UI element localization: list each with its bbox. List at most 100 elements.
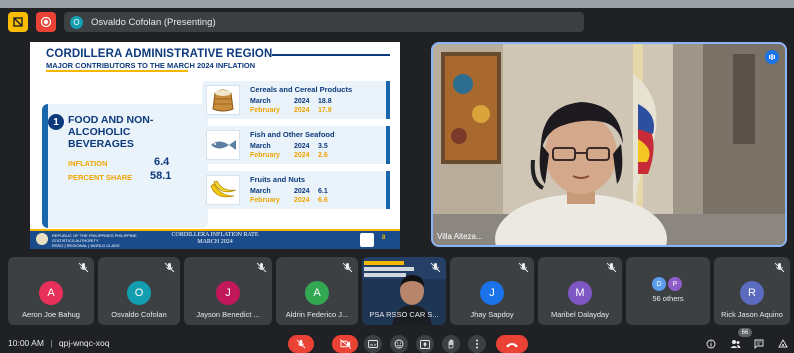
others-tile[interactable]: D P 56 others bbox=[626, 257, 710, 325]
participant-tile-video[interactable]: PSA RSSO CAR S... bbox=[362, 257, 446, 325]
camera-off-icon bbox=[339, 339, 351, 349]
top-bar: O Osvaldo Cofolan (Presenting) bbox=[0, 8, 794, 36]
card-row-february: February 2024 17.9 bbox=[250, 107, 332, 114]
footer-title: CORDILLERA INFLATION RATE MARCH 2024 bbox=[171, 232, 259, 245]
meeting-code: qpj-wnqc-xoq bbox=[58, 338, 110, 348]
emoji-button[interactable] bbox=[390, 335, 408, 353]
participant-name: PSA RSSO CAR S... bbox=[369, 310, 439, 319]
speaker-video-tile[interactable]: Villa Alteza... bbox=[431, 42, 787, 247]
participant-avatar: R bbox=[740, 281, 764, 305]
card-fruits: Fruits and Nuts March 2024 6.1 February 202… bbox=[202, 171, 388, 209]
card-cereals: Cereals and Cereal Products March 2024 18.… bbox=[202, 81, 388, 119]
slide-page-number: 8 bbox=[382, 235, 386, 241]
mic-off-icon bbox=[606, 262, 617, 273]
participant-tile[interactable]: O Osvaldo Cofolan bbox=[98, 257, 180, 325]
top-strip bbox=[0, 0, 794, 8]
participant-tile[interactable]: A Aeron Joe Bahug bbox=[8, 257, 94, 325]
present-screen-icon bbox=[420, 339, 430, 349]
participant-tile[interactable]: J Jayson Benedict ... bbox=[184, 257, 272, 325]
mic-off-icon bbox=[256, 262, 267, 273]
bagong-pilipinas-logo-icon bbox=[360, 233, 374, 247]
card-row-february: February 2024 2.6 bbox=[250, 152, 328, 159]
separator: | bbox=[50, 338, 53, 348]
captions-button[interactable] bbox=[364, 335, 382, 353]
participant-name: Aeron Joe Bahug bbox=[22, 310, 80, 319]
mic-toggle-button[interactable] bbox=[288, 335, 314, 353]
inflation-value: 6.4 bbox=[154, 156, 170, 168]
mic-off-icon bbox=[78, 262, 89, 273]
more-options-button[interactable] bbox=[468, 335, 486, 353]
card-accent bbox=[386, 171, 390, 209]
presenting-label: Osvaldo Cofolan (Presenting) bbox=[91, 16, 216, 28]
participant-tile[interactable]: A Aldrin Federico J... bbox=[276, 257, 358, 325]
clock-time: 10:00 AM bbox=[8, 338, 44, 348]
participant-avatar: O bbox=[127, 281, 151, 305]
card-title: Fruits and Nuts bbox=[250, 175, 306, 184]
participant-avatar: A bbox=[39, 281, 63, 305]
people-count-badge: 66 bbox=[738, 328, 752, 337]
meeting-details-button[interactable] bbox=[704, 335, 718, 353]
banana-icon bbox=[206, 175, 240, 205]
card-row-march: March 2024 3.5 bbox=[250, 143, 328, 150]
presenter-avatar: O bbox=[70, 15, 83, 29]
others-avatar: P bbox=[668, 277, 682, 291]
emoji-icon bbox=[394, 339, 404, 349]
card-title: Fish and Other Seafood bbox=[250, 130, 335, 139]
raise-hand-button[interactable] bbox=[442, 335, 460, 353]
card-fish: Fish and Other Seafood March 2024 3.5 Febr… bbox=[202, 126, 388, 164]
mic-off-icon bbox=[342, 262, 353, 273]
meeting-info: 10:00 AM | qpj-wnqc-xoq bbox=[8, 338, 109, 348]
pin-button[interactable] bbox=[8, 12, 28, 32]
participant-name: Jhay Sapdoy bbox=[470, 310, 514, 319]
subtitle-underline bbox=[46, 70, 188, 72]
leave-call-button[interactable] bbox=[496, 335, 528, 353]
participant-avatar: J bbox=[216, 281, 240, 305]
share-label: PERCENT SHARE bbox=[68, 173, 133, 182]
mic-off-icon bbox=[430, 262, 441, 273]
participant-avatar: J bbox=[480, 281, 504, 305]
participant-name: Rick Jason Aquino bbox=[721, 310, 783, 319]
category-title: FOOD AND NON-ALCOHOLIC BEVERAGES bbox=[68, 114, 154, 150]
card-row-march: March 2024 18.8 bbox=[250, 98, 332, 105]
title-underline bbox=[272, 54, 390, 56]
record-icon bbox=[40, 16, 52, 28]
end-call-icon bbox=[506, 342, 518, 347]
mic-off-icon bbox=[296, 339, 306, 349]
activities-icon bbox=[778, 339, 788, 348]
card-title: Cereals and Cereal Products bbox=[250, 85, 353, 94]
present-button[interactable] bbox=[416, 335, 434, 353]
activities-button[interactable] bbox=[776, 335, 790, 353]
others-count: 56 others bbox=[652, 294, 684, 303]
participant-tile[interactable]: J Jhay Sapdoy bbox=[450, 257, 534, 325]
card-accent bbox=[386, 126, 390, 164]
mic-off-icon bbox=[518, 262, 529, 273]
participant-tile[interactable]: R Rick Jason Aquino bbox=[714, 257, 790, 325]
card-accent bbox=[386, 81, 390, 119]
speaking-indicator-icon bbox=[765, 50, 779, 64]
share-value: 58.1 bbox=[150, 170, 172, 182]
chat-button[interactable] bbox=[752, 335, 766, 353]
presenting-banner[interactable]: O Osvaldo Cofolan (Presenting) bbox=[64, 12, 584, 32]
captions-icon bbox=[368, 340, 378, 348]
camera-toggle-button[interactable] bbox=[332, 335, 358, 353]
participant-name: Aldrin Federico J... bbox=[285, 310, 349, 319]
participant-tile[interactable]: M Maribel Dalayday bbox=[538, 257, 622, 325]
footer-agency: REPUBLIC OF THE PHILIPPINES PHILIPPINE S… bbox=[52, 233, 137, 248]
bottom-bar: 10:00 AM | qpj-wnqc-xoq bbox=[0, 332, 794, 353]
pin-icon bbox=[13, 17, 23, 27]
people-icon bbox=[730, 340, 740, 348]
inflation-label: INFLATION bbox=[68, 159, 108, 168]
info-icon bbox=[706, 339, 716, 349]
psa-seal-icon bbox=[36, 233, 48, 245]
participant-name: Jayson Benedict ... bbox=[196, 310, 260, 319]
others-avatar: D bbox=[652, 277, 666, 291]
category-number: 1 bbox=[48, 114, 64, 130]
participant-avatar: M bbox=[568, 281, 592, 305]
people-button[interactable] bbox=[728, 335, 742, 353]
record-button[interactable] bbox=[36, 12, 56, 32]
slide-title: CORDILLERA ADMINISTRATIVE REGION bbox=[46, 48, 273, 60]
meet-window: O Osvaldo Cofolan (Presenting) CORDILLER… bbox=[0, 0, 794, 353]
raise-hand-icon bbox=[448, 339, 454, 349]
speaker-video bbox=[433, 44, 785, 245]
shared-slide: CORDILLERA ADMINISTRATIVE REGION MAJOR C… bbox=[30, 42, 400, 249]
